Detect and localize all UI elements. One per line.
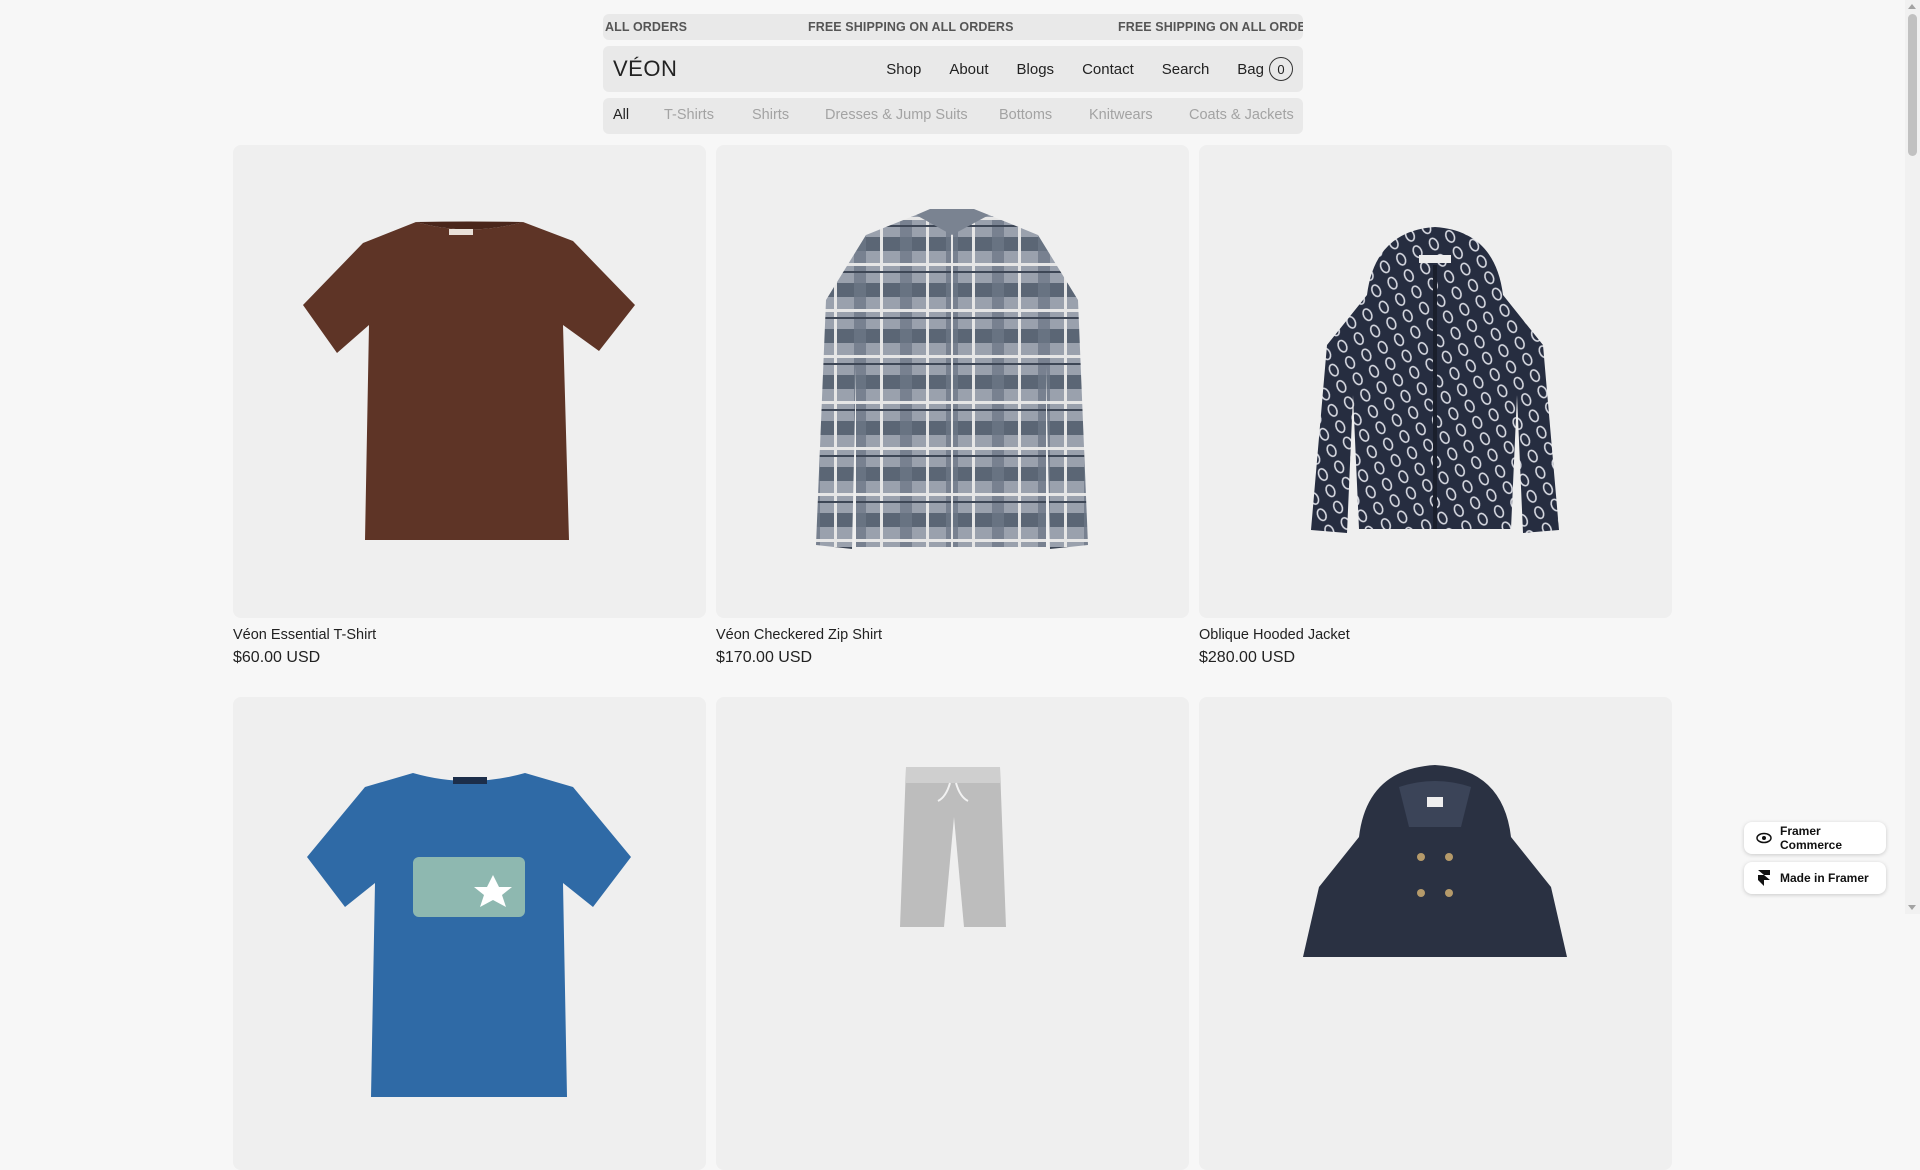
product-image[interactable] xyxy=(1199,145,1672,618)
framer-commerce-icon xyxy=(1756,830,1772,846)
checkered-shirt-image xyxy=(816,209,1088,549)
product-image[interactable] xyxy=(1199,697,1672,1170)
made-in-framer-label: Made in Framer xyxy=(1780,871,1869,885)
grey-pants-image xyxy=(900,767,1006,927)
framer-commerce-label: Framer Commerce xyxy=(1780,824,1843,852)
product-card[interactable]: Oblique Hooded Jacket $280.00 USD xyxy=(1199,145,1672,666)
product-name[interactable]: Oblique Hooded Jacket xyxy=(1199,627,1350,643)
product-card[interactable] xyxy=(716,697,1189,1170)
site-logo[interactable]: VÉON xyxy=(613,56,677,82)
scroll-down-arrow-icon[interactable] xyxy=(1908,905,1916,910)
product-name[interactable]: Véon Checkered Zip Shirt xyxy=(716,627,882,643)
bag-button[interactable]: Bag 0 xyxy=(1237,57,1293,81)
category-knitwears[interactable]: Knitwears xyxy=(1089,107,1153,123)
hooded-jacket-image xyxy=(1311,227,1559,533)
nav-contact[interactable]: Contact xyxy=(1082,61,1134,78)
announcement-bar: ALL ORDERS FREE SHIPPING ON ALL ORDERS F… xyxy=(603,14,1303,40)
product-name[interactable]: Véon Essential T-Shirt xyxy=(233,627,376,643)
nav-search[interactable]: Search xyxy=(1162,61,1210,78)
announcement-text: FREE SHIPPING ON ALL ORDERS xyxy=(1118,20,1303,34)
bag-label: Bag xyxy=(1237,60,1264,78)
product-image[interactable] xyxy=(716,145,1189,618)
product-card[interactable] xyxy=(1199,697,1672,1170)
product-price: $170.00 USD xyxy=(716,649,813,666)
product-price: $280.00 USD xyxy=(1199,649,1296,666)
product-image[interactable] xyxy=(716,697,1189,1170)
brown-tshirt-image xyxy=(303,221,635,540)
nav-blogs[interactable]: Blogs xyxy=(1017,61,1055,78)
nav-about[interactable]: About xyxy=(949,61,988,78)
category-dresses[interactable]: Dresses & Jump Suits xyxy=(825,107,968,123)
announcement-text: FREE SHIPPING ON ALL ORDERS xyxy=(808,20,1014,34)
product-image[interactable] xyxy=(233,145,706,618)
product-card[interactable] xyxy=(233,697,706,1170)
site-header: VÉON Shop About Blogs Contact Search Bag… xyxy=(603,46,1303,92)
announcement-text: ALL ORDERS xyxy=(605,20,688,34)
product-price: $60.00 USD xyxy=(233,649,321,666)
category-shirts[interactable]: Shirts xyxy=(752,107,789,123)
product-card[interactable]: Véon Essential T-Shirt $60.00 USD xyxy=(233,145,706,666)
bag-count-badge: 0 xyxy=(1269,57,1293,81)
nav-shop[interactable]: Shop xyxy=(886,61,921,78)
scrollbar-thumb[interactable] xyxy=(1908,14,1917,156)
framer-logo-icon xyxy=(1756,870,1772,886)
blue-graphic-tshirt-image xyxy=(307,773,631,1097)
category-bottoms[interactable]: Bottoms xyxy=(999,107,1052,123)
main-nav: Shop About Blogs Contact Search Bag 0 xyxy=(886,46,1293,92)
page-scrollbar[interactable] xyxy=(1905,0,1920,914)
made-in-framer-badge[interactable]: Made in Framer xyxy=(1744,862,1886,894)
framer-commerce-badge[interactable]: Framer Commerce xyxy=(1744,822,1886,854)
product-image[interactable] xyxy=(233,697,706,1170)
category-all[interactable]: All xyxy=(613,107,629,123)
product-card[interactable]: Véon Checkered Zip Shirt $170.00 USD xyxy=(716,145,1189,666)
category-filter: All T-Shirts Shirts Dresses & Jump Suits… xyxy=(603,98,1303,134)
category-t-shirts[interactable]: T-Shirts xyxy=(664,107,714,123)
scroll-up-arrow-icon[interactable] xyxy=(1908,4,1916,9)
denim-jacket-image xyxy=(1303,765,1567,957)
category-coats-jackets[interactable]: Coats & Jackets xyxy=(1189,107,1294,123)
